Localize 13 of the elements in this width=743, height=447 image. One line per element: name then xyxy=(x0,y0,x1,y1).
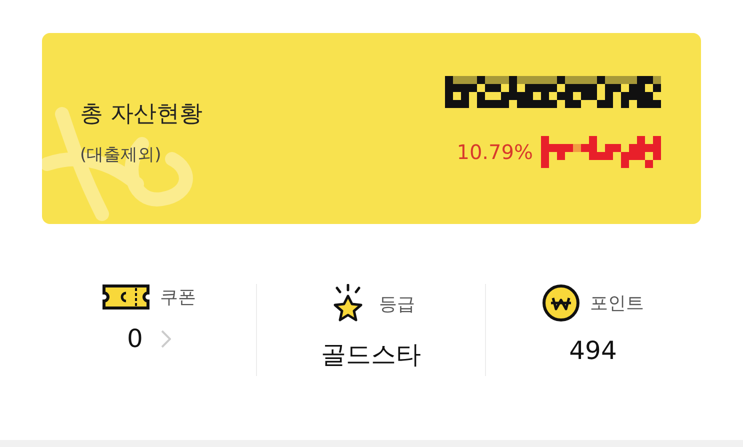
stat-value: 0 xyxy=(127,324,143,353)
asset-card[interactable]: 총 자산현황 (대출제외) 10.79% xyxy=(42,33,701,224)
coin-icon xyxy=(542,284,580,322)
stat-label: 쿠폰 xyxy=(160,286,196,309)
card-title: 총 자산현황 xyxy=(80,100,202,128)
ticket-icon xyxy=(102,284,150,310)
stat-value: 골드스타 xyxy=(321,339,421,371)
return-rate: 10.79% xyxy=(456,140,533,164)
stat-label: 포인트 xyxy=(590,292,644,315)
stat-label: 등급 xyxy=(379,293,415,316)
card-subtitle: (대출제외) xyxy=(80,144,162,166)
stat-value: 494 xyxy=(569,336,617,365)
chevron-right-icon[interactable] xyxy=(160,330,171,348)
